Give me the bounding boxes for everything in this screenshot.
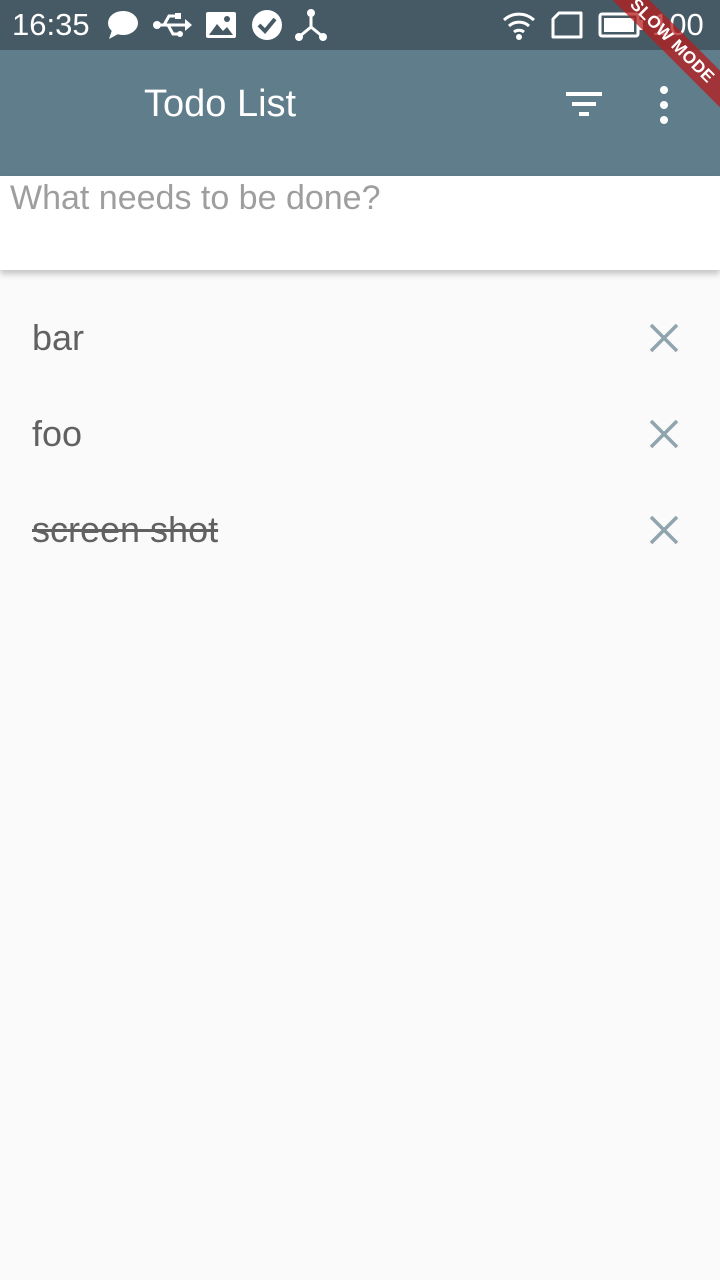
more-vert-icon	[660, 86, 668, 124]
close-icon	[649, 515, 679, 545]
delete-todo-button[interactable]	[640, 410, 688, 458]
new-todo-input[interactable]	[10, 176, 700, 220]
todo-item[interactable]: foo	[0, 386, 720, 482]
wifi-icon	[502, 8, 536, 42]
more-options-button[interactable]	[640, 80, 688, 128]
usb-icon	[152, 8, 192, 42]
todo-list: bar foo screen shot	[0, 290, 720, 578]
app-bar: Todo List	[0, 50, 720, 176]
share-icon	[294, 8, 328, 42]
filter-icon	[566, 92, 602, 116]
filter-button[interactable]	[560, 80, 608, 128]
delete-todo-button[interactable]	[640, 314, 688, 362]
close-icon	[649, 419, 679, 449]
status-bar: 16:35 100	[0, 0, 720, 50]
close-icon	[649, 323, 679, 353]
todo-title: foo	[32, 413, 83, 454]
image-icon	[204, 8, 238, 42]
todo-title: screen shot	[32, 509, 219, 550]
delete-todo-button[interactable]	[640, 506, 688, 554]
new-todo-card	[0, 176, 720, 270]
status-time: 16:35	[12, 7, 90, 42]
chat-bubble-icon	[106, 8, 140, 42]
todo-item[interactable]: screen shot	[0, 482, 720, 578]
todo-title: bar	[32, 317, 85, 358]
page-title: Todo List	[144, 83, 297, 125]
sim-card-icon	[550, 8, 584, 42]
todo-item[interactable]: bar	[0, 290, 720, 386]
check-circle-icon	[250, 8, 284, 42]
